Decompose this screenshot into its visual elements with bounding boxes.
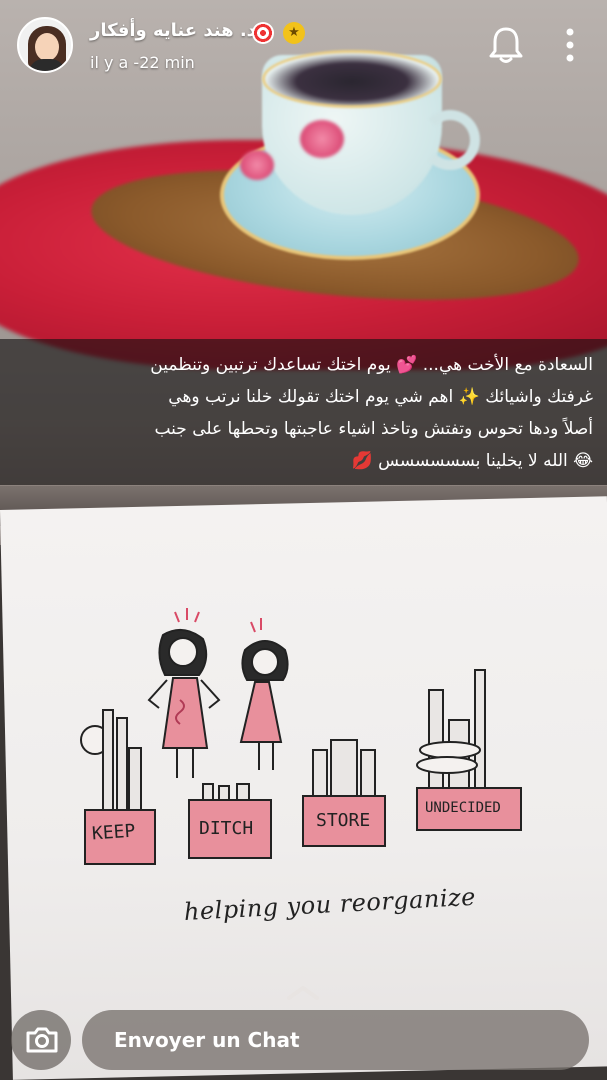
- caption-line: السعادة مع الأخت هي... 💕 يوم اختك تساعدك…: [150, 355, 593, 375]
- caption-line: 😂 الله لا يخلينا بسسسسسس 💋: [351, 451, 593, 471]
- avatar-face: [35, 33, 59, 61]
- chat-input[interactable]: Envoyer un Chat: [82, 1010, 589, 1070]
- caption-line: غرفتك واشيائك ✨ اهم شي يوم اختك تقولك خل…: [168, 387, 593, 407]
- store-box-label: STORE: [316, 810, 371, 831]
- display-name[interactable]: د. هند عنايه وأفكار: [90, 20, 256, 41]
- more-vertical-icon[interactable]: [556, 24, 584, 66]
- story-caption: السعادة مع الأخت هي... 💕 يوم اختك تساعدك…: [0, 339, 607, 485]
- star-badge-icon: ★: [283, 22, 305, 44]
- surprise-marks: [174, 608, 262, 633]
- girl-left-figure: [147, 628, 221, 778]
- story-header: د. هند عنايه وأفكار ★ il y a -22 min: [0, 0, 607, 90]
- caption-line: أصلاً ودها تحوس وتفتش وتاخذ اشياء عاجبته…: [154, 419, 593, 439]
- bell-icon[interactable]: [486, 24, 526, 66]
- camera-icon: [26, 1027, 58, 1053]
- camera-button[interactable]: [11, 1010, 71, 1070]
- teacup-handle: [420, 110, 480, 170]
- saucer-rose-decoration: [240, 150, 274, 180]
- ditch-box-label: DITCH: [199, 818, 254, 839]
- girl-right-figure: [239, 640, 289, 770]
- chevron-up-icon[interactable]: [283, 983, 323, 1003]
- avatar[interactable]: [17, 17, 73, 73]
- avatar-body: [29, 59, 65, 71]
- target-emoji-icon: [252, 22, 274, 44]
- keep-box-label: KEEP: [91, 820, 137, 845]
- cup-rose-decoration: [300, 120, 344, 158]
- undecided-box-label: UNDECIDED: [425, 800, 501, 816]
- timestamp: il y a -22 min: [90, 53, 195, 72]
